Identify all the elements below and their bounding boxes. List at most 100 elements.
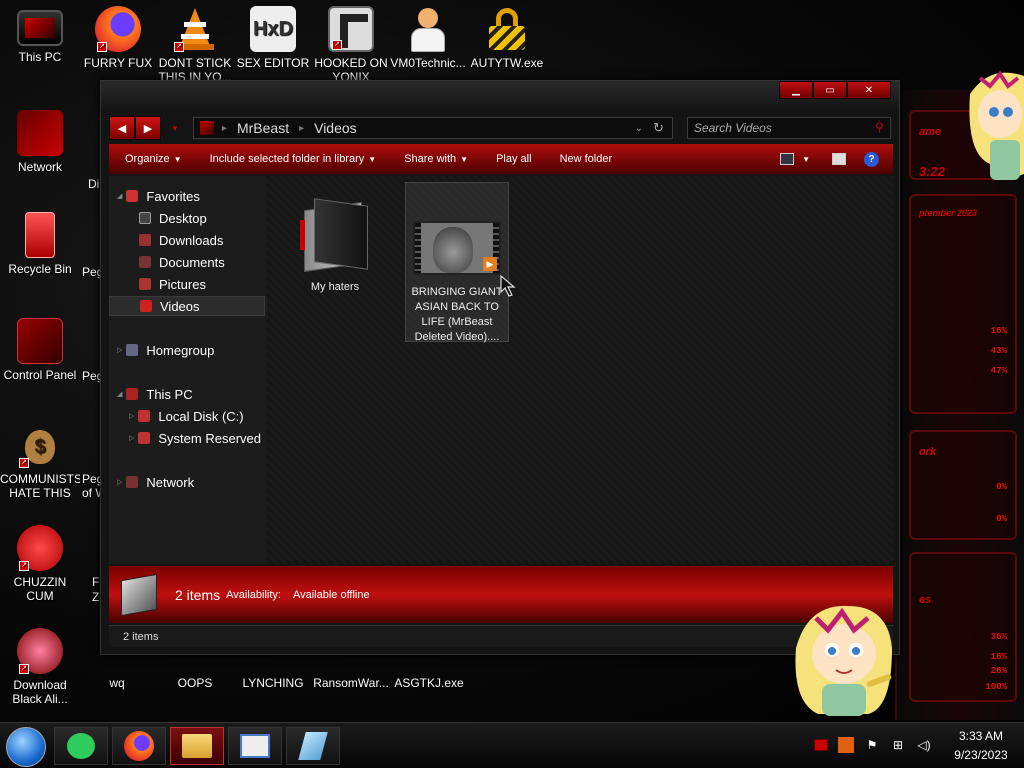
breadcrumb-separator-icon: ▸ [299,122,305,134]
address-bar[interactable]: ▸ MrBeast ▸ Videos ⌄ ↻ [192,117,673,139]
desktop-icon-lynching[interactable]: LYNCHING [233,676,313,690]
library-icon [121,573,157,616]
forward-button[interactable]: ▶ [135,116,161,140]
hud-title: 3:22 [919,164,946,179]
forward-arrow-icon: ▶ [143,122,153,135]
search-box[interactable]: Search Videos ⚲ [686,117,891,139]
desktop-icon-network[interactable]: Network [0,110,80,174]
desktop-icon-oops[interactable]: OOPS [155,676,235,690]
partial-icon-label: Z [92,590,100,604]
help-icon[interactable]: ? [864,151,879,167]
view-dropdown-icon[interactable]: ▼ [802,155,810,164]
close-button[interactable]: ✕ [847,81,891,99]
navigation-pane: ◢ Favorites Desktop Downloads Documents … [109,176,267,564]
back-arrow-icon: ◀ [117,122,127,135]
hxd-editor-icon: HxD [250,6,296,52]
action-center-flag-icon[interactable]: ⚑ [864,737,880,753]
chevron-down-icon: ▼ [460,155,469,164]
start-button[interactable] [6,727,46,767]
organize-button[interactable]: Organize ▼ [125,153,182,165]
drive-icon [138,432,151,444]
include-in-library-button[interactable]: Include selected folder in library ▼ [210,153,377,165]
refresh-icon[interactable]: ↻ [653,120,664,136]
maximize-button[interactable]: ▭ [813,81,847,99]
desktop-icon-sex-editor[interactable]: HxD SEX EDITOR [233,6,313,70]
play-all-button[interactable]: Play all [496,153,531,165]
nav-favorites[interactable]: ◢ Favorites [117,186,200,206]
nav-homegroup[interactable]: ▷ Homegroup [117,340,214,360]
desktop-icon-chuzzin-cum[interactable]: ↗ CHUZZIN CUM [0,525,80,603]
breadcrumb-mrbeast[interactable]: MrBeast [237,120,289,136]
desktop-icon-control-panel[interactable]: Control Panel [0,318,80,382]
taskbar-firefox[interactable] [112,727,166,765]
desktop-icon-ransomwar[interactable]: RansomWar... [311,676,391,690]
command-bar: Organize ▼ Include selected folder in lib… [109,144,893,174]
desktop-icon-vm0technic[interactable]: VM0Technic... [388,6,468,70]
hud-readout: 47% [990,366,1007,376]
hud-panel-4: es 36% 16% 26% 100% [909,552,1017,702]
back-button[interactable]: ◀ [109,116,135,140]
desktop-icon-asgtkj[interactable]: ASGTKJ.exe [389,676,469,690]
tray-app-icon[interactable] [838,737,854,753]
nav-desktop[interactable]: Desktop [139,208,207,228]
nav-pictures[interactable]: Pictures [139,274,206,294]
new-folder-button[interactable]: New folder [560,153,613,165]
change-view-icon[interactable] [780,153,795,165]
desktop-icon-autytw[interactable]: AUTYTW.exe [467,6,547,70]
videos-library-icon [199,121,214,135]
hud-readout: 43% [990,346,1007,356]
taskbar-chat-app[interactable] [54,727,108,765]
hud-readout: 0% [996,514,1007,524]
chevron-down-icon: ▼ [368,155,377,164]
folder-item-my-haters[interactable]: My haters [283,182,387,295]
taskbar-file-explorer[interactable] [170,727,224,765]
video-item[interactable]: ▶ BRINGING GIANT ASIAN BACK TO LIFE (MrB… [405,182,509,343]
clock-date: 9/23/2023 [954,748,1008,762]
partial-icon-label: Di [88,177,100,191]
this-pc-icon [126,388,139,400]
vlc-cone-icon: ↗ [172,6,218,52]
minimize-button[interactable]: ▁ [779,81,813,99]
desktop-icon-wq[interactable]: wq [77,676,157,690]
nav-documents[interactable]: Documents [139,252,225,272]
expand-arrow-icon: ▷ [117,479,123,486]
partial-icon-label: F [92,575,100,589]
desktop-icon-this-pc[interactable]: This PC [0,6,80,64]
desktop-icon-recycle-bin[interactable]: Recycle Bin [0,212,80,276]
nav-downloads[interactable]: Downloads [139,230,223,250]
preview-pane-icon[interactable] [832,153,846,165]
search-icon[interactable]: ⚲ [875,120,884,134]
red-fuzzball-icon: ↗ [17,525,63,571]
desktop-icon-furry-fux[interactable]: ↗ FURRY FUX [78,6,158,70]
address-dropdown-icon[interactable]: ⌄ [635,123,643,134]
taskbar-window-app[interactable] [228,727,282,765]
nav-network[interactable]: ▷ Network [117,472,194,492]
nav-videos[interactable]: Videos [109,296,265,316]
nav-this-pc[interactable]: ◢ This PC [117,384,193,404]
search-input[interactable]: Search Videos [694,121,772,135]
homegroup-icon [126,344,139,356]
volume-icon[interactable]: ◁) [916,737,932,753]
recent-locations-icon[interactable]: ▼ [171,124,179,133]
expand-arrow-icon: ▷ [129,413,135,420]
item-label: BRINGING GIANT ASIAN BACK TO LIFE (MrBea… [411,286,503,343]
nav-system-reserved[interactable]: ▷ System Reserved [129,428,261,448]
chevron-down-icon: ▼ [173,155,182,164]
explorer-window: ▁ ▭ ✕ ◀ ▶ ▼ ▸ MrBeast ▸ Videos ⌄ ↻ Searc… [100,80,900,655]
window-caption[interactable]: ▁ ▭ ✕ [101,81,899,111]
system-clock[interactable]: 3:33 AM 9/23/2023 [946,727,1016,765]
breadcrumb-videos[interactable]: Videos [314,120,357,136]
nav-local-disk[interactable]: ▷ Local Disk (C:) [129,406,244,426]
desktop-icon-communists[interactable]: $ ↗ COMMUNISTS HATE THIS G... [0,422,80,502]
desktop-icon-download-black-ali[interactable]: ↗ Download Black Ali... [0,628,80,706]
desktop-icon-dont-stick[interactable]: ↗ DONT STICK THIS IN YO... [155,6,235,84]
taskbar-notepad-app[interactable] [286,727,340,765]
hud-readout: 16% [990,326,1007,336]
recycle-bin-icon [25,212,55,258]
network-icon [17,110,63,156]
share-with-button[interactable]: Share with ▼ [404,153,468,165]
desktop-icon-hooked-on-yonix[interactable]: ↗ HOOKED ON YONIX [311,6,391,84]
network-status-icon[interactable]: ⊞ [890,737,906,753]
file-list: My haters ▶ BRINGING GIANT ASIAN BACK TO… [267,176,893,564]
show-hidden-icons-icon[interactable] [814,739,828,751]
